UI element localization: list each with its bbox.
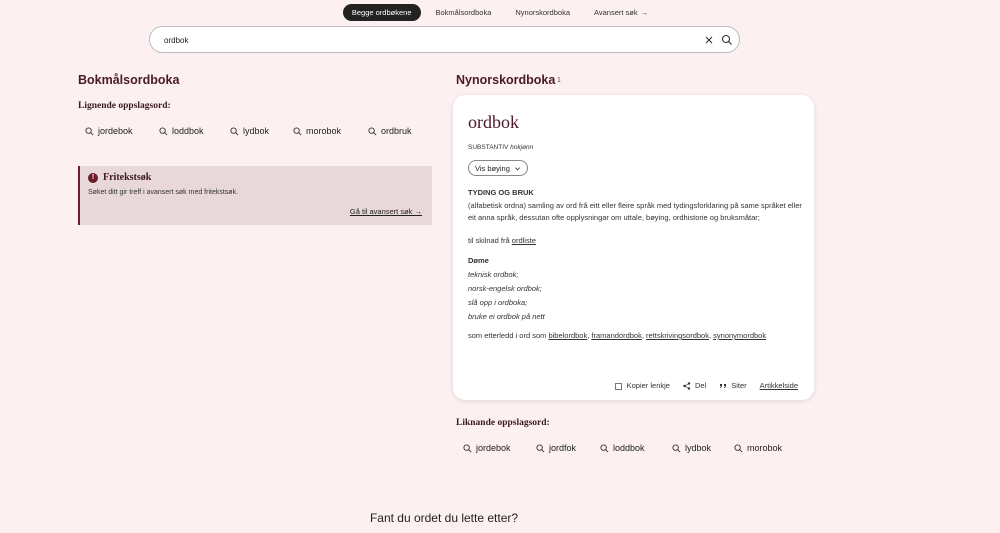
tab-both-dictionaries[interactable]: Begge ordbøkene	[342, 4, 421, 21]
example: norsk-engelsk ordbok;	[468, 284, 542, 293]
cite-button[interactable]: Siter	[719, 381, 747, 390]
search-icon	[734, 443, 743, 452]
result-count: 1	[557, 77, 561, 84]
compound-link[interactable]: rettskrivingsordbok	[646, 331, 709, 340]
search-icon[interactable]	[721, 33, 733, 47]
bokmal-similar-title: Lignende oppslagsord:	[78, 101, 171, 111]
nynorsk-similar-item[interactable]: jordfok	[536, 443, 600, 453]
show-inflection-button[interactable]: Vis bøying	[468, 160, 528, 176]
bokmal-similar-item[interactable]: loddbok	[159, 126, 230, 136]
example: teknisk ordbok;	[468, 270, 519, 279]
clear-icon[interactable]	[703, 33, 715, 47]
search-icon	[600, 443, 609, 452]
tab-bokmal[interactable]: Bokmålsordboka	[427, 4, 501, 21]
compound-link[interactable]: framandordbok	[591, 331, 641, 340]
tab-advanced-search[interactable]: Avansert søk →	[585, 4, 657, 21]
search-icon	[159, 126, 168, 135]
examples-heading: Døme	[468, 256, 489, 265]
article-card: ordbok SUBSTANTIV hokjønn Vis bøying TYD…	[453, 95, 814, 400]
chevron-down-icon	[514, 166, 520, 170]
search-input[interactable]	[164, 33, 684, 47]
search-icon	[368, 126, 377, 135]
arrow-right-icon: →	[640, 8, 649, 17]
contrast-line: til skilnad frå ordliste	[468, 236, 536, 245]
freetext-description: Søket ditt gir treff i avansert søk med …	[88, 189, 239, 196]
share-button[interactable]: Del	[683, 381, 706, 390]
copy-icon	[614, 382, 622, 390]
compound-link[interactable]: synonymordbok	[713, 331, 766, 340]
part-of-speech: SUBSTANTIV hokjønn	[468, 144, 534, 151]
nynorsk-title: Nynorskordboka	[456, 73, 556, 87]
feedback-question: Fant du ordet du lette etter?	[369, 511, 519, 525]
bokmal-title: Bokmålsordboka	[78, 73, 180, 87]
copy-link-button[interactable]: Kopier lenkje	[614, 381, 670, 390]
search-icon	[85, 126, 94, 135]
freetext-notice: ! Fritekstsøk Søket ditt gir treff i ava…	[78, 166, 432, 225]
search-icon	[293, 126, 302, 135]
ordliste-link[interactable]: ordliste	[512, 236, 536, 245]
quote-icon	[720, 383, 727, 388]
nynorsk-similar-item[interactable]: lydbok	[672, 443, 734, 453]
article-actions: Kopier lenkje Del Siter Artikkelside	[614, 381, 798, 390]
search-icon	[463, 443, 472, 452]
sense-heading: TYDING OG BRUK	[468, 188, 534, 197]
nynorsk-similar-item[interactable]: loddbok	[600, 443, 672, 453]
example: bruke ei ordbok på nett	[468, 312, 545, 321]
search-icon	[230, 126, 239, 135]
bokmal-similar-item[interactable]: morobok	[293, 126, 368, 136]
advanced-search-link[interactable]: Gå til avansert søk →	[350, 207, 422, 216]
compound-link[interactable]: bibelordbok	[548, 331, 587, 340]
search-icon	[536, 443, 545, 452]
search-bar	[149, 26, 740, 53]
bokmal-similar-item[interactable]: lydbok	[230, 126, 293, 136]
bokmal-similar-list: jordebok loddbok lydbok morobok ordbruk	[85, 126, 412, 136]
article-lemma: ordbok	[468, 112, 519, 132]
article-page-link[interactable]: Artikkelside	[760, 381, 798, 390]
compound-line: som etterledd i ord som bibelordbok, fra…	[468, 331, 767, 340]
tab-nynorsk[interactable]: Nynorskordboka	[506, 4, 579, 21]
dictionary-tabs: Begge ordbøkene Bokmålsordboka Nynorskor…	[0, 4, 1000, 21]
bokmal-similar-item[interactable]: jordebok	[85, 126, 159, 136]
nynorsk-similar-list: jordebok jordfok loddbok lydbok morobok	[463, 443, 782, 453]
share-icon	[683, 381, 691, 390]
example: slå opp i ordboka;	[468, 298, 528, 307]
nynorsk-similar-item[interactable]: morobok	[734, 443, 782, 453]
bokmal-similar-item[interactable]: ordbruk	[368, 126, 412, 136]
nynorsk-similar-item[interactable]: jordebok	[463, 443, 536, 453]
info-icon: !	[88, 172, 98, 183]
search-icon	[672, 443, 681, 452]
nynorsk-similar-title: Liknande oppslagsord:	[456, 418, 550, 428]
definition: (alfabetisk ordna) samling av ord frå ei…	[468, 201, 802, 222]
freetext-title: Fritekstsøk	[103, 172, 152, 183]
